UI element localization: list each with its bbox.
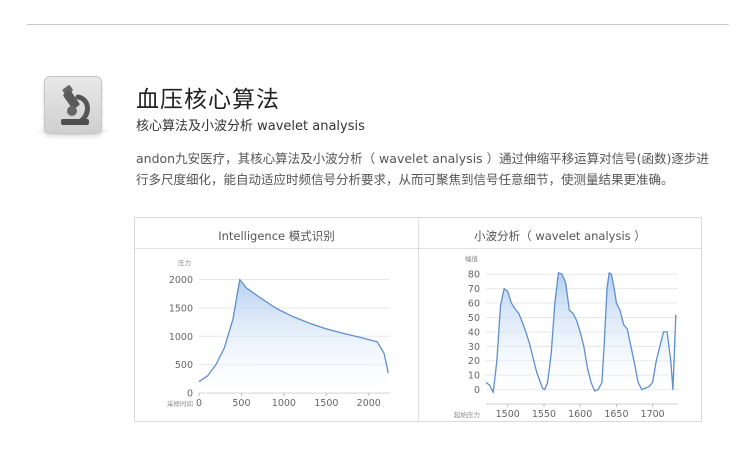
x-tick-label: 2000: [357, 398, 381, 409]
x-tick-label: 1700: [641, 409, 665, 420]
microscope-icon-tile: [44, 76, 102, 134]
y-tick-label: 50: [468, 313, 480, 324]
x-axis-label: 起始压力: [454, 410, 480, 419]
microscope-icon: [61, 85, 90, 125]
x-tick-label: 1500: [496, 409, 520, 420]
y-tick-label: 1000: [169, 332, 193, 343]
x-tick-label: 1000: [272, 398, 296, 409]
y-tick-label: 1500: [169, 303, 193, 314]
y-tick-label: 20: [468, 356, 480, 367]
y-tick-label: 40: [468, 327, 480, 338]
wavelet-chart: 0 10 20 30 40 50 60 70 80 1500 1550 1600 1650 1700 幅值起…: [454, 254, 678, 420]
x-tick-label: 0: [196, 398, 202, 409]
left-chart-header: Intelligence 模式识别: [218, 229, 335, 243]
top-divider: [27, 24, 729, 25]
y-tick-label: 0: [187, 389, 193, 400]
right-chart-header: 小波分析（ wavelet analysis ）: [474, 229, 646, 243]
x-tick-label: 1550: [532, 409, 556, 420]
y-tick-label: 70: [468, 284, 480, 295]
y-tick-label: 0: [474, 385, 480, 396]
page-subtitle: 核心算法及小波分析 wavelet analysis: [136, 119, 365, 134]
y-tick-label: 60: [468, 299, 480, 310]
charts-panel: Intelligence 模式识别 小波分析（ wavelet analysis…: [134, 217, 702, 422]
y-tick-label: 2000: [169, 275, 193, 286]
x-tick-label: 1600: [568, 409, 592, 420]
x-tick-label: 500: [232, 398, 250, 409]
x-tick-label: 1650: [604, 409, 628, 420]
y-axis-label: 幅值: [465, 254, 479, 263]
description-text: andon九安医疗，其核心算法及小波分析（ wavelet analysis ）…: [136, 151, 709, 187]
y-tick-label: 10: [468, 371, 480, 382]
x-axis-label: 采样时间: [167, 399, 193, 408]
y-tick-label: 80: [468, 270, 480, 281]
intelligence-chart: 0 500 1000 1500 2000 0 500 1000 1500 2000 压力采样时间: [167, 258, 390, 409]
page-title: 血压核心算法: [136, 87, 280, 113]
y-tick-label: 30: [468, 342, 480, 353]
x-tick-label: 1500: [314, 398, 338, 409]
y-tick-label: 500: [175, 360, 193, 371]
y-axis-label: 压力: [178, 258, 191, 267]
